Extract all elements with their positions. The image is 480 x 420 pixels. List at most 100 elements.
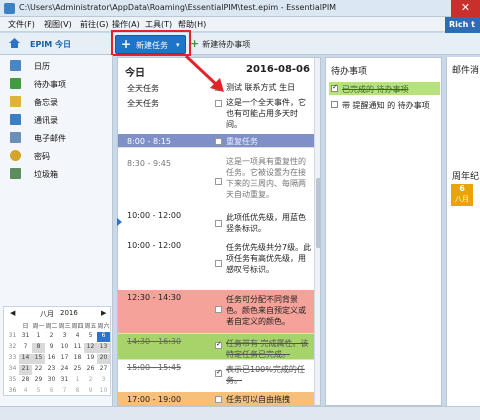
calendar-day[interactable]: 7: [58, 387, 71, 397]
calendar-week-row: 34 21 22 23 24 25 26 27: [6, 365, 110, 376]
menu-actions[interactable]: 操作(A): [112, 19, 140, 30]
todo-item[interactable]: 已完成的 待办事项: [329, 82, 440, 95]
calendar-day[interactable]: 5: [32, 387, 45, 397]
menu-view[interactable]: 视图(V): [44, 19, 72, 30]
event-checkbox[interactable]: [215, 306, 222, 313]
event-checkbox[interactable]: [215, 138, 222, 145]
sidebar-item-passwords[interactable]: 密码: [0, 147, 113, 165]
calendar-day[interactable]: 21: [19, 365, 32, 375]
todo-item[interactable]: 带 提醒通知 的 待办事项: [329, 98, 440, 111]
calendar-day[interactable]: 10: [97, 387, 110, 397]
menu-go[interactable]: 前往(G): [80, 19, 108, 30]
event-checkbox[interactable]: [215, 84, 222, 91]
event-description: 任务优先级共分7级。此项任务有高优先级，用感叹号标识。: [226, 243, 312, 274]
calendar-event[interactable]: 8:00 - 8:15 重复任务: [118, 134, 314, 148]
calendar-day[interactable]: 23: [45, 365, 58, 375]
calendar-day[interactable]: 29: [32, 376, 45, 386]
calendar-event[interactable]: 17:00 - 19:00 任务可以自由拖拽: [118, 392, 314, 405]
calendar-day[interactable]: 18: [71, 354, 84, 364]
close-button[interactable]: ✕: [451, 0, 480, 17]
calendar-day[interactable]: 25: [71, 365, 84, 375]
calendar-day[interactable]: 6: [97, 332, 110, 342]
calendar-event[interactable]: 12:30 - 14:30 任务可分配不同背景色。颜色来自预定义或者自定义的颜色。: [118, 290, 314, 334]
chevron-right-icon[interactable]: ▶: [101, 309, 106, 317]
calendar-day[interactable]: 16: [45, 354, 58, 364]
scrollbar-thumb[interactable]: [316, 178, 320, 248]
sidebar-item-todo[interactable]: 待办事项: [0, 75, 113, 93]
calendar-day[interactable]: 1: [71, 376, 84, 386]
sidebar-item-contacts[interactable]: 通讯录: [0, 111, 113, 129]
calendar-day[interactable]: 2: [45, 332, 58, 342]
calendar-day[interactable]: 31: [19, 332, 32, 342]
event-description: 表示已100%完成的任务。: [226, 365, 305, 385]
sidebar-item-mail[interactable]: 电子邮件: [0, 129, 113, 147]
calendar-day[interactable]: 6: [45, 387, 58, 397]
calendar-event[interactable]: 10:00 - 12:00 此项低优先级，用蓝色竖条标识。: [118, 208, 314, 238]
calendar-day[interactable]: 8: [71, 387, 84, 397]
calendar-day[interactable]: 24: [58, 365, 71, 375]
sidebar-item-calendar[interactable]: 日历: [0, 57, 113, 75]
todo-checkbox[interactable]: [331, 83, 338, 92]
calendar-event[interactable]: 14:30 - 16:30 任务带有 完成属性。该特定任务已完成。: [118, 334, 314, 360]
todo-checkbox[interactable]: [331, 101, 338, 108]
calendar-week-number: 35: [8, 376, 17, 383]
rich-text-badge[interactable]: Rich t: [445, 17, 480, 34]
calendar-day[interactable]: 11: [71, 343, 84, 353]
event-time: 17:00 - 19:00: [127, 395, 182, 404]
calendar-day[interactable]: 10: [58, 343, 71, 353]
calendar-day[interactable]: 5: [84, 332, 97, 342]
event-checkbox[interactable]: [215, 396, 222, 403]
calendar-event[interactable]: 全天任务 这是一个全天事件，它也有可能占用多天时间。: [118, 95, 314, 132]
calendar-day[interactable]: 9: [45, 343, 58, 353]
new-todo-button[interactable]: + 新建待办事项: [190, 37, 250, 50]
calendar-event[interactable]: 10:00 - 12:00 任务优先级共分7级。此项任务有高优先级，用感叹号标识。: [118, 238, 314, 290]
menu-file[interactable]: 文件(F): [8, 19, 35, 30]
calendar-day[interactable]: 1: [32, 332, 45, 342]
calendar-day[interactable]: 13: [97, 343, 110, 353]
calendar-day[interactable]: 3: [58, 332, 71, 342]
calendar-day[interactable]: 28: [19, 376, 32, 386]
calendar-day[interactable]: 20: [97, 354, 110, 364]
event-checkbox[interactable]: [215, 260, 222, 267]
calendar-day[interactable]: 30: [45, 376, 58, 386]
calendar-day[interactable]: 17: [58, 354, 71, 364]
sidebar-item-trash[interactable]: 垃圾箱: [0, 165, 113, 183]
event-checkbox[interactable]: [215, 368, 222, 377]
chevron-left-icon[interactable]: ◀: [10, 309, 15, 317]
event-checkbox[interactable]: [215, 178, 222, 185]
event-description: 任务带有 完成属性。该特定任务已完成。: [226, 339, 309, 359]
calendar-weekday: 周五: [84, 323, 97, 330]
scrollbar[interactable]: [314, 58, 320, 405]
event-checkbox[interactable]: [215, 340, 222, 349]
calendar-day[interactable]: 31: [58, 376, 71, 386]
calendar-day[interactable]: 27: [97, 365, 110, 375]
sidebar-item-notes[interactable]: 备忘录: [0, 93, 113, 111]
calendar-event[interactable]: 8:30 - 9:45 这是一项具有重复性的任务。它被设置为在接下来的三周内、每隔…: [118, 156, 314, 208]
calendar-day[interactable]: 19: [84, 354, 97, 364]
calendar-day[interactable]: 15: [32, 354, 45, 364]
calendar-day[interactable]: 14: [19, 354, 32, 364]
calendar-day[interactable]: 3: [97, 376, 110, 386]
menu-help[interactable]: 帮助(H): [178, 19, 206, 30]
calendar-event[interactable]: 15:00 - 15:45 表示已100%完成的任务。: [118, 360, 314, 390]
calendar-day[interactable]: 12: [84, 343, 97, 353]
todo-icon: [10, 78, 21, 89]
event-checkbox[interactable]: [215, 100, 222, 107]
today-label[interactable]: EPIM 今日: [30, 39, 71, 50]
calendar-day[interactable]: 26: [84, 365, 97, 375]
calendar-day[interactable]: 4: [71, 332, 84, 342]
calendar-day[interactable]: 8: [32, 343, 45, 353]
calendar-month: 八月: [40, 310, 54, 318]
event-checkbox[interactable]: [215, 220, 222, 227]
calendar-day[interactable]: 22: [32, 365, 45, 375]
day-date: 2016-08-06: [246, 64, 310, 75]
calendar-weekday: [6, 321, 19, 331]
calendar-day[interactable]: 4: [19, 387, 32, 397]
calendar-day[interactable]: 9: [84, 387, 97, 397]
calendar-day[interactable]: 2: [84, 376, 97, 386]
calendar-weekday: 周六: [97, 323, 110, 330]
calendar-event[interactable]: 全天任务 测试 联系方式 生日: [118, 80, 314, 94]
calendar-day[interactable]: 7: [19, 343, 32, 353]
calendar-week-row: 35 28 29 30 31 1 2 3: [6, 376, 110, 387]
menu-tools[interactable]: 工具(T): [145, 19, 172, 30]
